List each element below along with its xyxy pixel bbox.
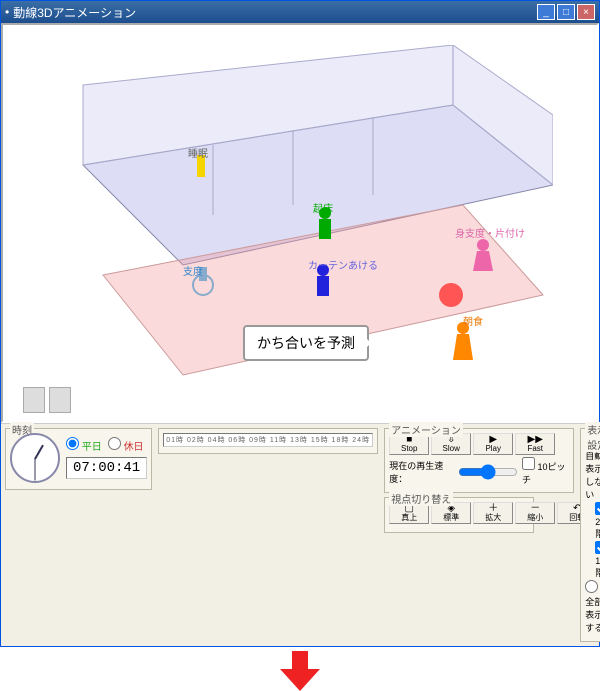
speed-slider[interactable]: [458, 464, 518, 480]
speed-label: 現在の再生速度：: [389, 459, 454, 485]
collision-marker-icon: [439, 283, 463, 307]
control-panel: 時刻 平日 休日 07:00:41 01時 02時 04時 06時 09時 11…: [1, 423, 599, 646]
zoom-in-button[interactable]: ＋拡大: [473, 502, 513, 524]
pitch-checkbox[interactable]: 10ピッチ: [522, 457, 569, 486]
label-curtain: カーテンあける: [308, 257, 378, 272]
label-wash: 身支度・片付け: [455, 225, 525, 240]
label-support: 支度: [183, 263, 203, 278]
floor1-checkbox[interactable]: 1階: [595, 541, 600, 579]
window-title: 動線3Dアニメーション: [9, 4, 535, 21]
close-button[interactable]: ×: [577, 4, 595, 20]
building-icon[interactable]: [49, 387, 71, 413]
showall-radio[interactable]: 全部表示する: [585, 580, 600, 634]
3d-viewport[interactable]: 睡眠 起床 支度 カーテンあける 身支度・片付け 朝食 かち合いを予測: [1, 23, 599, 423]
play-button[interactable]: ▶Play: [473, 433, 513, 455]
clock-group: 時刻 平日 休日 07:00:41: [5, 428, 152, 490]
label-sleep: 睡眠: [188, 145, 208, 160]
down-arrow-icon: [280, 651, 320, 691]
viewpoint-group: 視点切り替え ▢真上 ◈標準 ＋拡大 －縮小 ↶回転 ↷回転 ⟲リセット: [384, 497, 534, 533]
weekday-radio[interactable]: 平日: [66, 437, 102, 453]
animation-group-title: アニメーション: [389, 422, 463, 437]
animation-group: アニメーション ■Stop ⇩Slow ▶Play ▶▶Fast 現在の再生速度…: [384, 428, 574, 493]
digital-time: 07:00:41: [66, 457, 147, 479]
display-group-title: 表示設定: [585, 422, 600, 452]
minimize-button[interactable]: _: [537, 4, 555, 20]
prediction-callout: かち合いを予測: [243, 325, 369, 361]
floor2-checkbox[interactable]: 2階: [595, 502, 600, 540]
viewpoint-group-title: 視点切り替え: [389, 491, 453, 506]
label-wake: 起床: [313, 200, 333, 215]
titlebar: • 動線3Dアニメーション _ □ ×: [1, 1, 599, 23]
label-breakfast: 朝食: [463, 313, 483, 328]
display-group: 表示設定 自動表示しない 2階 1階 全部表示する: [580, 428, 600, 642]
holiday-radio[interactable]: 休日: [108, 437, 144, 453]
timescale-group: 01時 02時 04時 06時 09時 11時 13時 15時 18時 24時: [158, 428, 378, 454]
building-icon[interactable]: [23, 387, 45, 413]
building-thumb-icons[interactable]: [23, 387, 71, 413]
analog-clock: [10, 433, 60, 483]
fast-button[interactable]: ▶▶Fast: [515, 433, 555, 455]
maximize-button[interactable]: □: [557, 4, 575, 20]
time-scale[interactable]: 01時 02時 04時 06時 09時 11時 13時 15時 18時 24時: [163, 433, 373, 447]
zoom-out-button[interactable]: －縮小: [515, 502, 555, 524]
